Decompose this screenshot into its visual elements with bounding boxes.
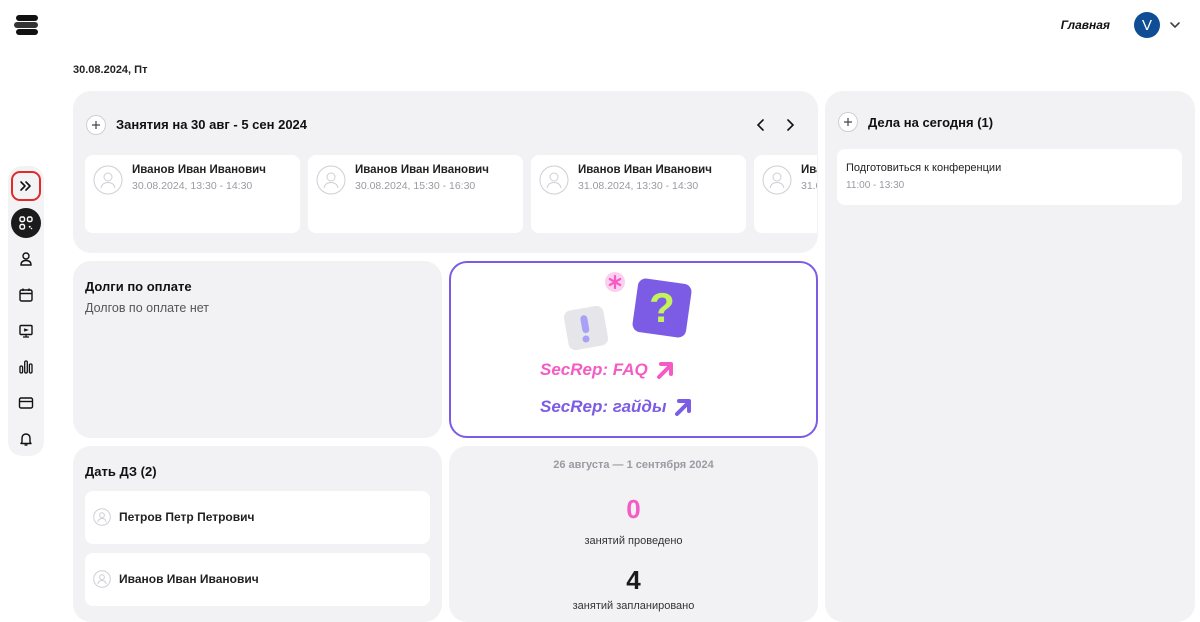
question-card-icon: ? [632,278,692,338]
person-icon [539,165,569,195]
sidebar-item-payments[interactable] [11,388,41,418]
todo-item[interactable]: Подготовиться к конференции 11:00 - 13:3… [837,149,1182,205]
lesson-time: 30.08.2024, 15:30 - 16:30 [355,180,476,192]
person-icon [316,165,346,195]
faq-link-label: SecRep: FAQ [540,360,648,379]
next-week-button[interactable] [782,117,798,133]
arrow-up-right-icon [675,399,692,416]
exclamation-card-icon [563,305,609,351]
sidebar-item-notifications[interactable] [11,424,41,454]
current-date: 30.08.2024, Пт [73,64,148,76]
dashboard-icon [19,216,33,230]
lesson-student-name: Ива [801,164,817,176]
bar-chart-icon [19,360,33,374]
chevron-down-icon[interactable] [1168,18,1182,32]
homework-title: Дать ДЗ (2) [85,464,157,479]
lessons-title: Занятия на 30 авг - 5 сен 2024 [116,117,308,132]
homework-student-item[interactable]: Иванов Иван Иванович [85,553,430,606]
asterisk-icon [605,272,625,292]
lesson-cards-strip: Иванов Иван Иванович 30.08.2024, 13:30 -… [85,155,817,235]
double-chevron-right-icon [20,181,31,191]
homework-student-item[interactable]: Петров Петр Петрович [85,491,430,544]
arrow-up-right-icon [656,362,673,379]
sidebar-item-students[interactable] [11,244,41,274]
app-logo[interactable] [14,14,40,36]
lessons-planned-count: 4 [626,565,641,595]
debts-empty-text: Долгов по оплате нет [85,301,209,315]
bell-icon [20,433,32,446]
faq-link[interactable]: SecRep: FAQ [540,359,676,381]
lessons-done-count: 0 [626,494,641,524]
guides-link[interactable]: SecRep: гайды [540,396,694,418]
user-icon [20,252,32,266]
plus-icon [844,118,852,126]
lessons-icon [19,324,33,338]
add-lesson-button[interactable] [86,115,106,135]
lesson-time: 30.08.2024, 13:30 - 14:30 [132,180,253,192]
lesson-student-name: Иванов Иван Иванович [132,164,266,176]
todo-item-time: 11:00 - 13:30 [846,180,905,191]
lesson-card[interactable]: Иванов Иван Иванович 31.08.2024, 13:30 -… [531,155,746,233]
top-navigation: Главная V [1061,12,1182,38]
guides-link-label: SecRep: гайды [540,397,667,416]
nav-home-link[interactable]: Главная [1061,18,1110,32]
lesson-time: 31.08.2024, 13:30 - 14:30 [578,180,699,192]
lesson-card[interactable]: Иванов Иван Иванович 30.08.2024, 13:30 -… [85,155,300,233]
lesson-card[interactable]: Ива 31.0 [754,155,817,233]
sidebar-item-lessons[interactable] [11,316,41,346]
debts-title: Долги по оплате [85,279,192,294]
faq-widget: ? SecRep: FAQ SecRep: гайды [449,261,818,438]
sidebar-item-dashboard[interactable] [11,208,41,238]
sidebar-item-calendar[interactable] [11,280,41,310]
chevron-left-icon [756,119,764,131]
credit-card-icon [18,397,34,409]
person-icon [93,570,111,588]
svg-text:?: ? [649,284,675,331]
todo-item-text: Подготовиться к конференции [846,162,1002,174]
homework-student-name: Петров Петр Петрович [119,510,255,524]
sidebar-expand-button[interactable] [11,171,41,201]
lessons-done-label: занятий проведено [584,535,683,547]
todo-title: Дела на сегодня (1) [868,115,994,130]
person-icon [93,508,111,526]
homework-student-name: Иванов Иван Иванович [119,572,259,586]
lessons-planned-label: занятий запланировано [572,600,695,612]
calendar-icon [19,288,33,302]
stats-date-range: 26 августа — 1 сентября 2024 [553,459,714,471]
chevron-right-icon [787,119,795,131]
plus-icon [92,121,100,129]
lesson-student-name: Иванов Иван Иванович [578,164,712,176]
user-avatar[interactable]: V [1134,12,1160,38]
lesson-time: 31.0 [801,180,817,192]
sidebar [8,166,44,456]
add-todo-button[interactable] [838,112,858,132]
person-icon [93,165,123,195]
lesson-student-name: Иванов Иван Иванович [355,164,489,176]
person-icon [762,165,792,195]
prev-week-button[interactable] [753,117,769,133]
sidebar-item-statistics[interactable] [11,352,41,382]
lesson-card[interactable]: Иванов Иван Иванович 30.08.2024, 15:30 -… [308,155,523,233]
